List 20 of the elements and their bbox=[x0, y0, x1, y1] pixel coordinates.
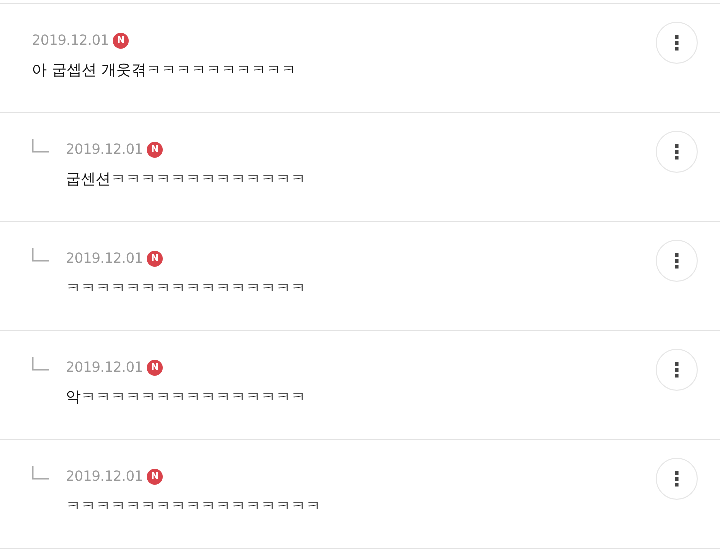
comment-text: ㅋㅋㅋㅋㅋㅋㅋㅋㅋㅋㅋㅋㅋㅋㅋㅋ bbox=[66, 279, 307, 298]
more-button[interactable]: ⋮ bbox=[656, 349, 698, 391]
more-button[interactable]: ⋮ bbox=[656, 458, 698, 500]
new-badge: N bbox=[113, 33, 130, 49]
comment-text: 아 굽셉션 개웃겪ㅋㅋㅋㅋㅋㅋㅋㅋㅋㅋ bbox=[32, 61, 298, 80]
comment-date: 2019.12.01 bbox=[66, 360, 144, 376]
more-button[interactable]: ⋮ bbox=[656, 131, 698, 173]
comment-date: 2019.12.01 bbox=[32, 33, 110, 49]
new-badge: N bbox=[147, 251, 164, 267]
comment-text: 악ㅋㅋㅋㅋㅋㅋㅋㅋㅋㅋㅋㅋㅋㅋㅋ bbox=[66, 388, 307, 407]
comment-text: 굽센션ㅋㅋㅋㅋㅋㅋㅋㅋㅋㅋㅋㅋㅋ bbox=[66, 170, 307, 189]
new-badge: N bbox=[147, 142, 164, 158]
new-badge: N bbox=[147, 360, 164, 376]
comment-text: ㅋㅋㅋㅋㅋㅋㅋㅋㅋㅋㅋㅋㅋㅋㅋㅋㅋ bbox=[66, 497, 322, 516]
comment-date: 2019.12.01 bbox=[66, 142, 144, 158]
comment-date: 2019.12.01 bbox=[66, 251, 144, 267]
comment-date: 2019.12.01 bbox=[66, 469, 144, 485]
new-badge: N bbox=[147, 469, 164, 485]
more-button[interactable]: ⋮ bbox=[656, 22, 698, 64]
more-button[interactable]: ⋮ bbox=[656, 240, 698, 282]
